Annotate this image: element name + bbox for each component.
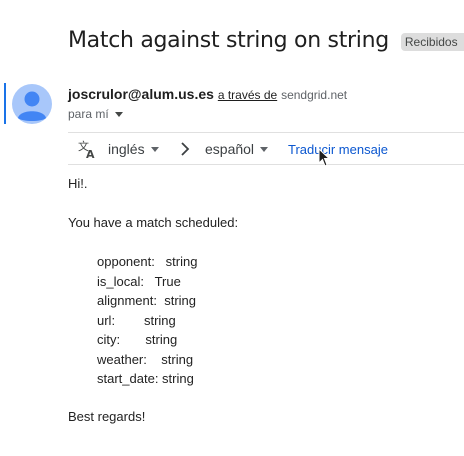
- detail-line: start_date: string: [97, 371, 194, 386]
- translate-message-link[interactable]: Traducir mensaje: [288, 142, 388, 157]
- closing-text: Best regards!: [68, 409, 146, 424]
- via-domain: sendgrid.net: [281, 88, 348, 102]
- label-chip-text: Recibidos: [404, 34, 458, 49]
- target-language-select[interactable]: español: [205, 141, 269, 157]
- sender-line: joscrulor@alum.us.es a través de sendgri…: [68, 86, 347, 102]
- detail-line: weather: string: [97, 351, 194, 367]
- source-language-label: inglés: [108, 141, 145, 157]
- caret-down-icon: [260, 146, 269, 152]
- detail-line: is_local: True: [97, 273, 181, 289]
- chevron-right-icon: [181, 142, 190, 156]
- sender-email[interactable]: joscrulor@alum.us.es: [68, 86, 214, 102]
- detail-line: alignment: string: [97, 293, 196, 308]
- via-link[interactable]: a través de: [218, 88, 277, 102]
- detail-line: opponent: string: [97, 254, 198, 269]
- subject-row: Match against string on string Recibidos…: [68, 28, 464, 53]
- svg-text:A: A: [86, 148, 95, 159]
- email-subject: Match against string on string: [68, 28, 389, 53]
- source-language-select[interactable]: inglés: [108, 141, 159, 157]
- target-language-label: español: [205, 141, 255, 157]
- message-focus-indicator: [4, 83, 6, 124]
- greeting-text: Hi!.: [68, 176, 88, 191]
- recipient-text: para mí: [68, 107, 109, 121]
- translate-icon: 文 A: [78, 139, 95, 159]
- recipient-details-toggle[interactable]: para mí: [68, 107, 123, 121]
- person-avatar-icon[interactable]: [12, 84, 52, 124]
- translate-bar: 文 A inglés español Traducir mensaje: [68, 132, 464, 165]
- caret-down-icon: [150, 146, 159, 152]
- mouse-cursor-icon: [318, 148, 331, 167]
- label-chip-inbox[interactable]: Recibidos ×: [400, 32, 464, 51]
- intro-text: You have a match scheduled:: [68, 215, 239, 230]
- detail-line: city: string: [97, 332, 178, 347]
- caret-down-icon: [114, 111, 123, 117]
- detail-line: url: string: [97, 312, 176, 328]
